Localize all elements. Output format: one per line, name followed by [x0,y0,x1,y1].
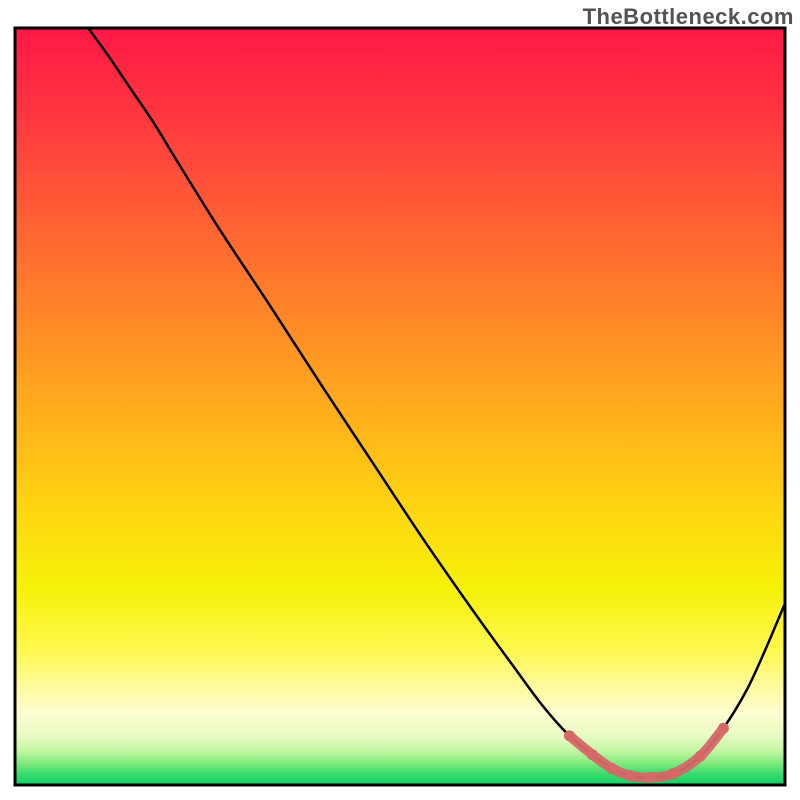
valley-marker-dot [695,751,706,762]
valley-marker-dot [564,730,575,741]
valley-marker-dot [668,768,679,779]
gradient-background [15,28,785,785]
valley-marker-dot [718,723,729,734]
valley-marker-dot [626,770,637,781]
valley-marker-dot [606,763,617,774]
chart-svg [0,0,800,800]
valley-marker-dot [645,772,656,783]
valley-marker-dot [587,749,598,760]
chart-container: TheBottleneck.com [0,0,800,800]
